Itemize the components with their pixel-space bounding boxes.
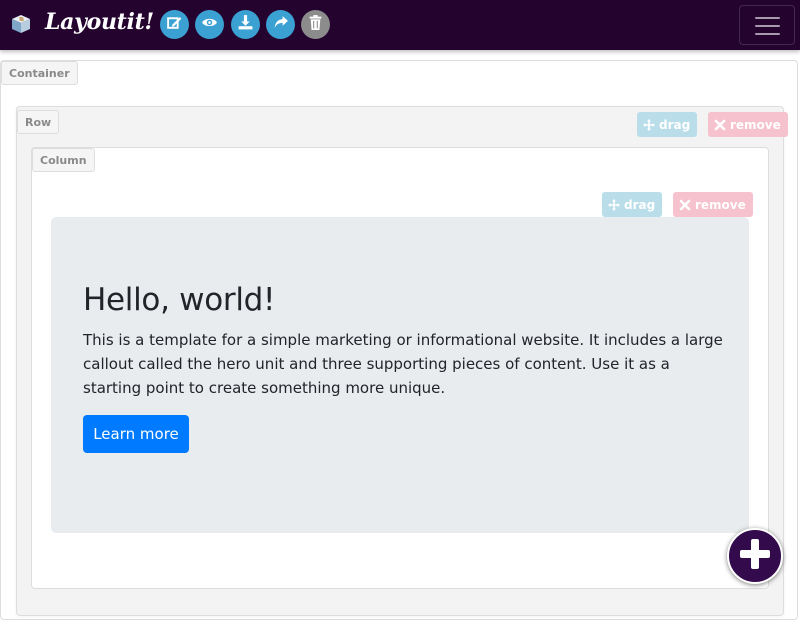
move-icon [643,118,655,131]
delete-button[interactable] [301,10,330,39]
add-block-button[interactable] [727,528,783,584]
download-icon [237,14,254,35]
container-label[interactable]: Container [1,61,78,85]
column-drag-label: drag [624,197,656,212]
column-label[interactable]: Column [32,148,95,172]
row-label[interactable]: Row [17,110,60,134]
row-drag-label: drag [659,117,691,132]
brand-name[interactable]: Layoutit! [45,9,154,35]
trash-icon [307,14,324,35]
hero-title: Hello, world! [83,282,276,318]
column-remove-button[interactable]: remove [673,192,753,217]
share-icon [272,14,289,35]
column-drag-button[interactable]: drag [602,192,663,217]
share-button[interactable] [266,10,295,39]
eye-icon [201,14,218,35]
top-navbar: Layoutit! [0,0,800,50]
hamburger-icon [755,17,780,19]
close-icon [679,199,691,210]
move-icon [608,198,620,211]
preview-button[interactable] [195,10,224,39]
download-button[interactable] [231,10,260,39]
menu-toggle-button[interactable] [739,5,795,45]
column-remove-label: remove [695,197,746,212]
learn-more-button[interactable]: Learn more [83,415,189,453]
edit-icon [166,14,183,35]
row-drag-button[interactable]: drag [637,112,698,137]
plus-icon [736,535,774,577]
cube-icon [10,13,32,35]
row-remove-button[interactable]: remove [708,112,788,137]
edit-button[interactable] [160,10,189,39]
hero-text: This is a template for a simple marketin… [83,331,723,397]
close-icon [714,119,726,130]
row-remove-label: remove [730,117,781,132]
